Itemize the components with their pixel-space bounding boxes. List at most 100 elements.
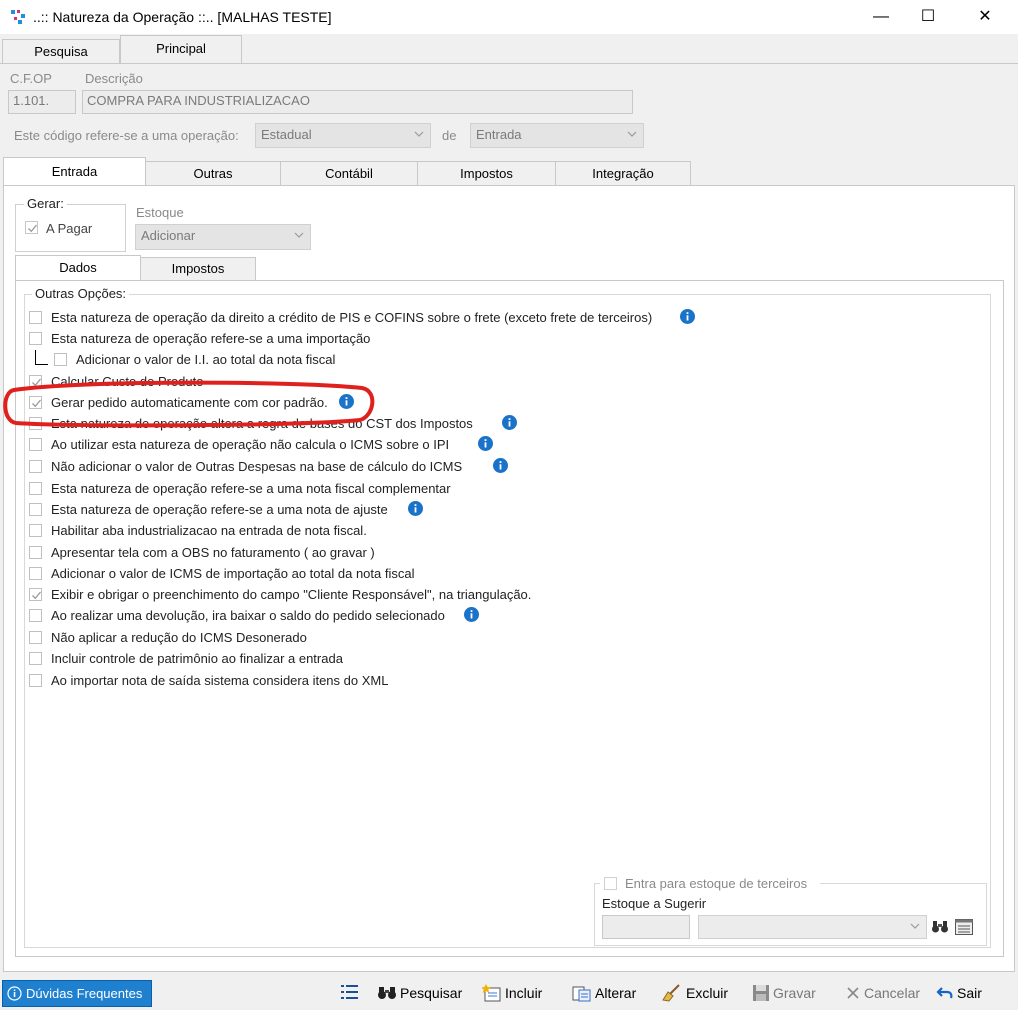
- estoque-sugerir-select[interactable]: [698, 915, 927, 939]
- incluir-label: Incluir: [505, 985, 543, 1001]
- operacao-value: Estadual: [261, 127, 312, 142]
- operacao-label: Este código refere-se a uma operação:: [14, 128, 239, 143]
- option-checkbox[interactable]: [29, 546, 42, 559]
- maximize-button[interactable]: ☐: [905, 0, 951, 34]
- faq-label: Dúvidas Frequentes: [26, 986, 143, 1001]
- option-label: Adicionar o valor de ICMS de importação …: [51, 566, 415, 581]
- add-record-icon: [482, 984, 501, 1002]
- list-form-icon[interactable]: [955, 919, 973, 935]
- option-label: Não adicionar o valor de Outras Despesas…: [51, 459, 463, 474]
- tab-outras[interactable]: Outras: [145, 161, 281, 185]
- terceiros-checkbox[interactable]: [604, 877, 617, 890]
- minimize-button[interactable]: —: [858, 0, 904, 34]
- cancelar-label: Cancelar: [864, 985, 921, 1001]
- alterar-label: Alterar: [595, 985, 637, 1001]
- option-checkbox[interactable]: [29, 460, 42, 473]
- info-icon[interactable]: [408, 501, 423, 516]
- option-checkbox[interactable]: [29, 332, 42, 345]
- tab-entrada[interactable]: Entrada: [3, 157, 146, 186]
- chevron-down-icon: [627, 131, 637, 137]
- excluir-button[interactable]: Excluir: [661, 983, 728, 1003]
- option-checkbox[interactable]: [29, 438, 42, 451]
- close-icon: ✕: [978, 8, 992, 25]
- option-checkbox[interactable]: [29, 482, 42, 495]
- info-icon[interactable]: [478, 436, 493, 451]
- tab-integracao-label: Integração: [592, 166, 654, 181]
- option-checkbox[interactable]: [29, 588, 42, 601]
- option-label: Apresentar tela com a OBS no faturamento…: [51, 545, 375, 560]
- terceiros-label: Entra para estoque de terceiros: [625, 876, 808, 891]
- tab-impostos-label: Impostos: [460, 166, 513, 181]
- app-icon: [11, 10, 25, 24]
- option-checkbox[interactable]: [29, 311, 42, 324]
- option-label: Ao importar nota de saída sistema consid…: [51, 673, 389, 688]
- tab-inner-impostos-label: Impostos: [171, 261, 225, 276]
- tab-dados[interactable]: Dados: [15, 255, 141, 281]
- gravar-button[interactable]: Gravar: [752, 983, 816, 1003]
- highlight-ring: [3, 380, 375, 428]
- binoculars-icon[interactable]: [931, 919, 949, 935]
- option-label: Exibir e obrigar o preenchimento do camp…: [51, 587, 532, 602]
- option-label: Incluir controle de patrimônio ao finali…: [51, 651, 343, 666]
- option-checkbox[interactable]: [29, 503, 42, 516]
- gerar-legend: Gerar:: [24, 196, 67, 211]
- cfop-field[interactable]: 1.101.: [8, 90, 76, 114]
- option-label: Não aplicar a redução do ICMS Desonerado: [51, 630, 307, 645]
- option-checkbox[interactable]: [29, 674, 42, 687]
- tab-principal[interactable]: Principal: [120, 35, 242, 64]
- tab-contabil[interactable]: Contábil: [280, 161, 418, 185]
- de-value: Entrada: [476, 127, 522, 142]
- incluir-button[interactable]: Incluir: [482, 983, 542, 1003]
- tab-impostos[interactable]: Impostos: [417, 161, 556, 185]
- info-icon[interactable]: [502, 415, 517, 430]
- pesquisar-label: Pesquisar: [400, 985, 463, 1001]
- tab-pesquisa[interactable]: Pesquisa: [2, 39, 120, 63]
- option-label: Esta natureza de operação refere-se a um…: [51, 331, 371, 346]
- info-icon: [7, 986, 22, 1001]
- option-label: Esta natureza de operação refere-se a um…: [51, 481, 451, 496]
- tab-inner-impostos[interactable]: Impostos: [140, 257, 256, 280]
- option-checkbox[interactable]: [29, 631, 42, 644]
- chevron-down-icon: [294, 232, 304, 238]
- cfop-label: C.F.OP: [10, 71, 52, 86]
- menu-list-icon[interactable]: [341, 984, 359, 1000]
- option-label: Adicionar o valor de I.I. ao total da no…: [76, 352, 336, 367]
- tree-connector: [35, 350, 48, 365]
- option-checkbox[interactable]: [29, 609, 42, 622]
- option-checkbox[interactable]: [29, 652, 42, 665]
- pesquisar-button[interactable]: Pesquisar: [377, 983, 462, 1003]
- option-label: Esta natureza de operação da direito a c…: [51, 310, 653, 325]
- close-button[interactable]: ✕: [962, 0, 1008, 34]
- window-title: ..:: Natureza da Operação ::.. [MALHAS T…: [33, 9, 332, 25]
- check-icon: [28, 224, 38, 233]
- option-label: Esta natureza de operação refere-se a um…: [51, 502, 388, 517]
- de-select[interactable]: Entrada: [470, 123, 644, 148]
- a-pagar-checkbox[interactable]: [25, 221, 38, 234]
- option-checkbox[interactable]: [54, 353, 67, 366]
- operacao-select[interactable]: Estadual: [255, 123, 431, 148]
- cancel-x-icon: [847, 987, 859, 999]
- option-label: Ao realizar uma devolução, ira baixar o …: [51, 608, 445, 623]
- option-checkbox[interactable]: [29, 524, 42, 537]
- cancelar-button[interactable]: Cancelar: [845, 983, 920, 1003]
- info-icon[interactable]: [493, 458, 508, 473]
- binoculars-icon: [378, 987, 396, 999]
- title-bar: ..:: Natureza da Operação ::.. [MALHAS T…: [0, 0, 1018, 34]
- alterar-button[interactable]: Alterar: [572, 983, 636, 1003]
- estoque-value: Adicionar: [141, 228, 196, 243]
- minimize-icon: —: [873, 8, 889, 25]
- tab-outras-label: Outras: [193, 166, 233, 181]
- info-icon[interactable]: [680, 309, 695, 324]
- descricao-field[interactable]: COMPRA PARA INDUSTRIALIZACAO: [82, 90, 633, 114]
- sair-button[interactable]: Sair: [936, 983, 982, 1003]
- maximize-icon: ☐: [920, 8, 936, 25]
- info-icon[interactable]: [464, 607, 479, 622]
- estoque-select[interactable]: Adicionar: [135, 224, 311, 250]
- option-checkbox[interactable]: [29, 567, 42, 580]
- faq-button[interactable]: Dúvidas Frequentes: [2, 980, 152, 1007]
- outras-opcoes-legend: Outras Opções:: [32, 286, 130, 301]
- estoque-sugerir-code[interactable]: [602, 915, 690, 939]
- tab-dados-label: Dados: [59, 260, 97, 275]
- tab-integracao[interactable]: Integração: [555, 161, 691, 185]
- a-pagar-label: A Pagar: [46, 221, 93, 236]
